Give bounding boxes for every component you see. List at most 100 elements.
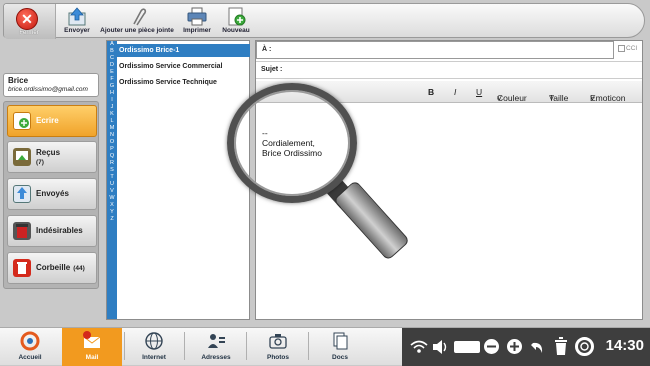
folder-write-label: Ecrire: [36, 116, 59, 125]
contact-item[interactable]: Ordissimo Brice-1: [117, 44, 250, 57]
alpha-letter[interactable]: Q: [107, 153, 117, 160]
chevron-down-icon: ˅: [549, 93, 554, 103]
system-tray: 14:30: [402, 328, 650, 366]
alpha-letter[interactable]: S: [107, 167, 117, 174]
alpha-letter[interactable]: B: [107, 48, 117, 55]
to-field[interactable]: À :: [256, 41, 614, 59]
contact-item[interactable]: Ordissimo Service Commercial: [117, 60, 250, 73]
wifi-icon[interactable]: [410, 340, 428, 354]
account-email: brice.ordissimo@gmail.com: [8, 86, 88, 93]
folder-trash[interactable]: Corbeille (44): [7, 252, 97, 284]
checkbox-icon: [618, 45, 625, 52]
paperclip-icon: [126, 7, 148, 26]
folder-write[interactable]: Ecrire: [7, 105, 97, 137]
photos-label: Photos: [266, 354, 290, 361]
account-card[interactable]: Brice brice.ordissimo@gmail.com: [3, 73, 99, 97]
taskbar-mail[interactable]: Mail: [62, 328, 122, 366]
emoticon-label: Emoticon: [590, 93, 626, 103]
alpha-letter[interactable]: I: [107, 97, 117, 104]
alpha-letter[interactable]: M: [107, 125, 117, 132]
alpha-letter[interactable]: Y: [107, 209, 117, 216]
inbox-icon: [13, 148, 31, 166]
alpha-letter[interactable]: K: [107, 111, 117, 118]
folder-sent-label: Envoyés: [36, 189, 69, 198]
globe-icon: [143, 331, 165, 351]
new-document-icon: [225, 7, 247, 26]
alpha-letter[interactable]: H: [107, 90, 117, 97]
alpha-letter[interactable]: N: [107, 132, 117, 139]
folder-inbox[interactable]: Reçus (7): [7, 141, 97, 173]
camera-icon: [267, 331, 289, 351]
alpha-letter[interactable]: F: [107, 76, 117, 83]
alpha-letter[interactable]: P: [107, 146, 117, 153]
taskbar-photos[interactable]: Photos: [252, 328, 304, 366]
internet-label: Internet: [142, 354, 166, 361]
signature-line: Cordialement,: [262, 138, 315, 148]
new-button[interactable]: Nouveau: [218, 7, 254, 34]
alpha-letter[interactable]: L: [107, 118, 117, 125]
taskbar-internet[interactable]: Internet: [128, 328, 180, 366]
subject-field[interactable]: Sujet :: [256, 61, 642, 79]
home-icon: [19, 331, 41, 351]
alpha-letter[interactable]: T: [107, 174, 117, 181]
alpha-letter[interactable]: V: [107, 188, 117, 195]
account-name: Brice: [8, 76, 29, 85]
taskbar-docs[interactable]: Docs: [314, 328, 366, 366]
send-icon: [66, 7, 88, 26]
cci-checkbox[interactable]: CCI: [618, 45, 637, 52]
alphabet-index: A B C D E F G H I J K L M N O P Q R S T …: [107, 41, 117, 319]
signature-line: --: [262, 128, 268, 138]
to-label: À :: [262, 46, 272, 53]
alpha-letter[interactable]: E: [107, 69, 117, 76]
alpha-letter[interactable]: O: [107, 139, 117, 146]
help-lifebuoy-icon[interactable]: [575, 337, 594, 356]
close-label: Fermer: [19, 30, 39, 36]
contact-list: A B C D E F G H I J K L M N O P Q R S T …: [106, 40, 250, 320]
folder-trash-count: (44): [73, 265, 85, 272]
printer-icon: [186, 7, 208, 26]
junk-bin-icon: [13, 222, 31, 240]
volume-icon[interactable]: [432, 339, 448, 355]
contact-item[interactable]: Ordissimo Service Technique: [117, 76, 250, 89]
folder-junk[interactable]: Indésirables: [7, 215, 97, 247]
volume-bar[interactable]: [454, 341, 480, 353]
home-label: Accueil: [18, 354, 42, 361]
taskbar-home[interactable]: Accueil: [4, 328, 56, 366]
alpha-letter[interactable]: C: [107, 55, 117, 62]
attach-label: Ajouter une pièce jointe: [100, 27, 174, 34]
folder-sent[interactable]: Envoyés: [7, 178, 97, 210]
trash-icon: [13, 259, 31, 277]
folder-trash-label: Corbeille: [36, 263, 71, 272]
alpha-letter[interactable]: W: [107, 195, 117, 202]
compose-icon: [13, 112, 31, 130]
folder-junk-label: Indésirables: [36, 226, 83, 235]
attach-button[interactable]: Ajouter une pièce jointe: [97, 7, 177, 34]
print-button[interactable]: Imprimer: [179, 7, 215, 34]
alpha-letter[interactable]: Z: [107, 216, 117, 223]
zoom-in-icon[interactable]: [506, 338, 523, 355]
underline-button[interactable]: U: [476, 87, 482, 97]
alpha-letter[interactable]: J: [107, 104, 117, 111]
italic-button[interactable]: I: [454, 87, 456, 97]
alpha-letter[interactable]: U: [107, 181, 117, 188]
alpha-letter[interactable]: G: [107, 83, 117, 90]
bold-button[interactable]: B: [428, 87, 434, 97]
alpha-letter[interactable]: A: [107, 41, 117, 48]
magnified-signature: -- Cordialement, Brice Ordissimo: [262, 128, 322, 158]
docs-label: Docs: [332, 354, 348, 361]
alpha-letter[interactable]: D: [107, 62, 117, 69]
trash-bin-icon[interactable]: [553, 337, 569, 356]
alpha-letter[interactable]: R: [107, 160, 117, 167]
taskbar: Accueil Mail Internet Adresses Photos Do…: [0, 327, 650, 366]
back-arrow-icon[interactable]: [530, 338, 547, 355]
top-toolbar: ✕ Fermer Envoyer Ajouter une pièce joint…: [3, 3, 645, 39]
zoom-out-icon[interactable]: [483, 338, 500, 355]
send-button[interactable]: Envoyer: [59, 7, 95, 34]
folder-inbox-count: (7): [36, 159, 44, 166]
alpha-letter[interactable]: X: [107, 202, 117, 209]
divider: [184, 332, 185, 360]
send-label: Envoyer: [64, 27, 90, 34]
taskbar-contacts[interactable]: Adresses: [190, 328, 242, 366]
close-button[interactable]: ✕ Fermer: [4, 4, 56, 39]
mail-icon: [81, 331, 103, 351]
